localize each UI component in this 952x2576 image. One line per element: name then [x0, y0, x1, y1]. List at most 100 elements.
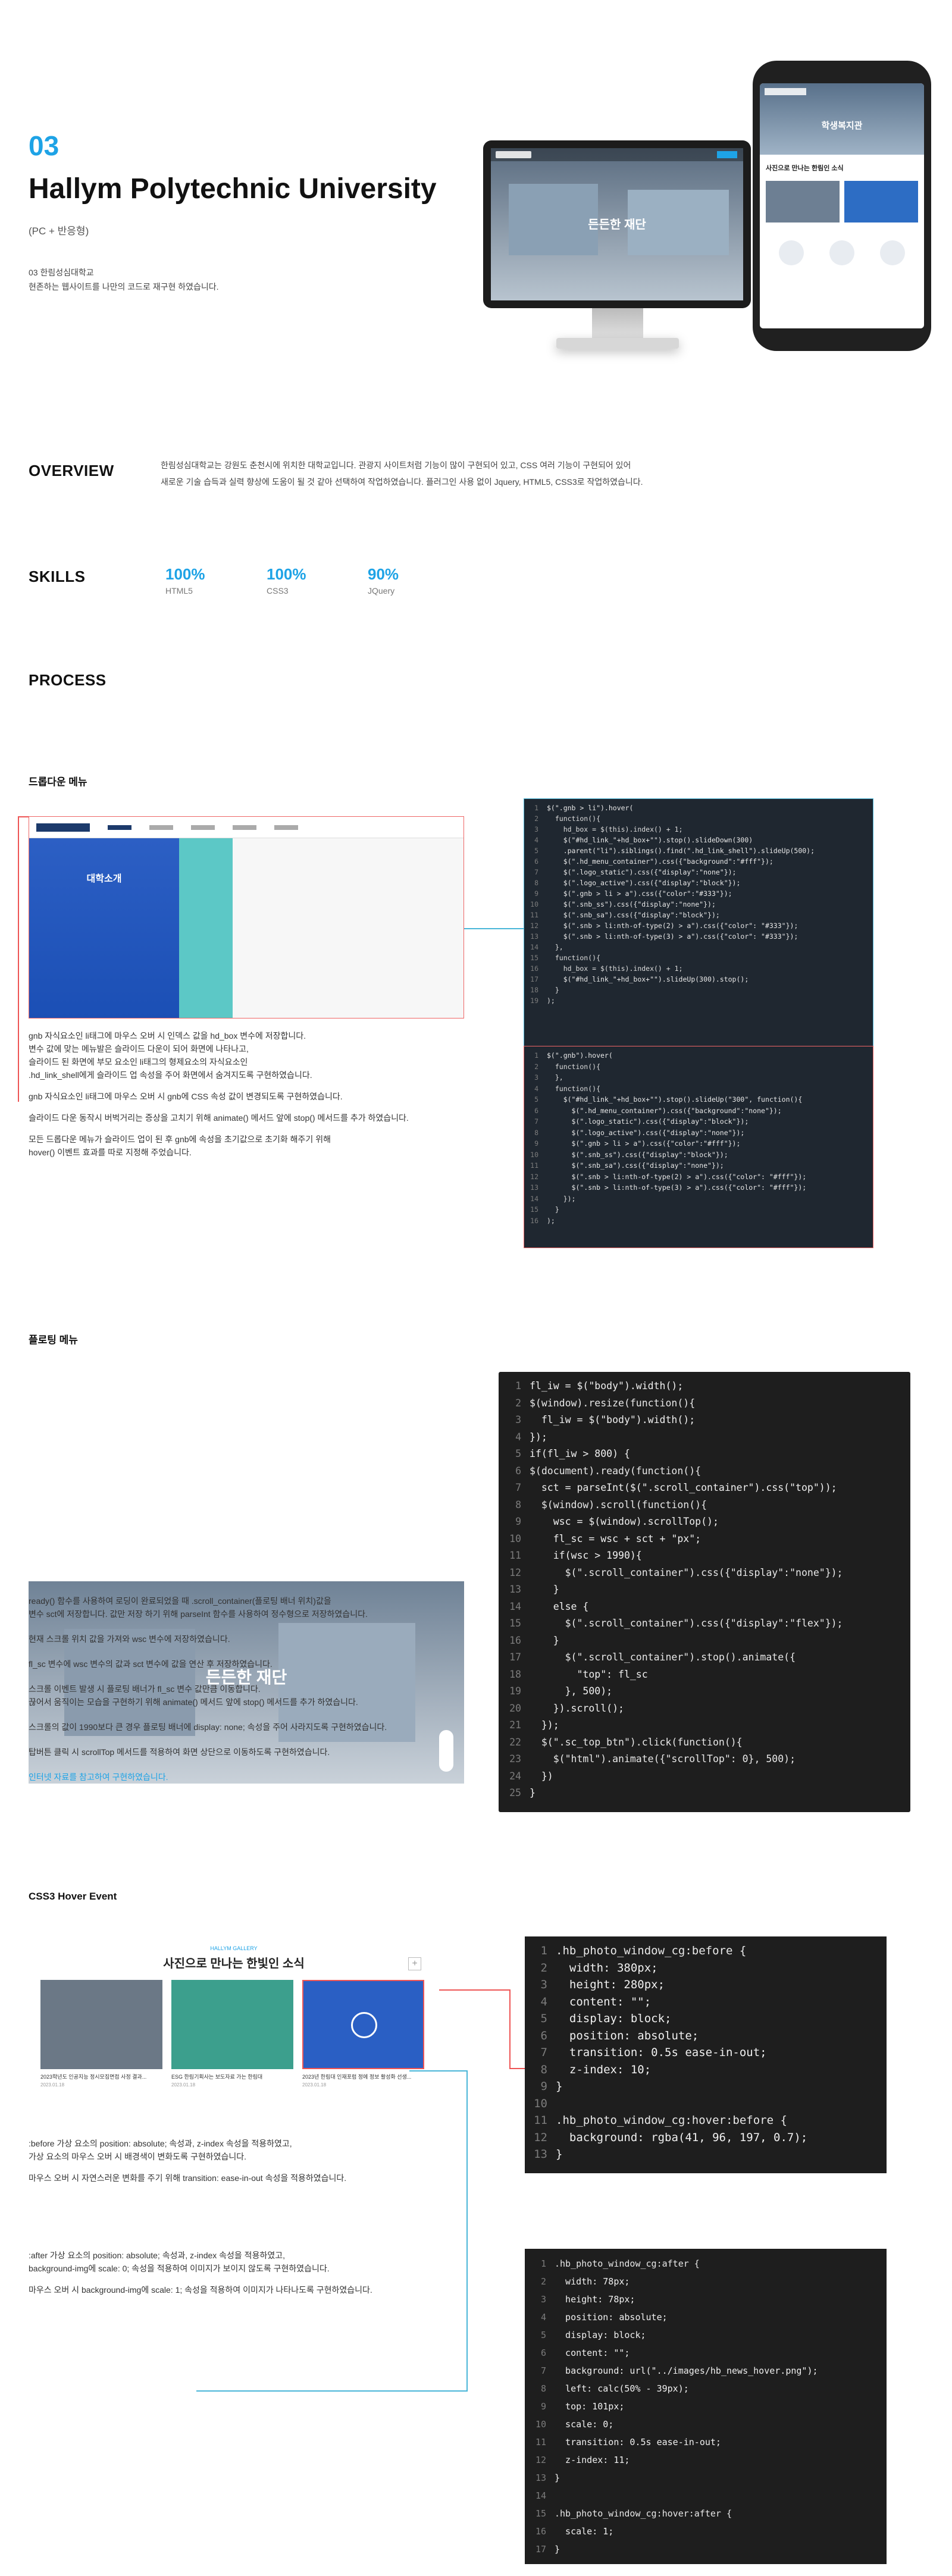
line-number: 2 — [540, 2276, 546, 2287]
code-text-line: $(window).resize(function(){ — [530, 1397, 696, 1409]
code-text-line: } — [555, 2544, 560, 2555]
line-number: 1 — [515, 1380, 521, 1392]
code-line: 14 }); — [529, 1193, 868, 1205]
floating-banner[interactable] — [439, 1730, 453, 1772]
floating-code-block: 1 fl_iw = $("body").width(); 2 $(window).re… — [499, 1372, 910, 1812]
gallery-card-image[interactable] — [40, 1980, 162, 2069]
code-line: 13 $(".snb > li:nth-of-type(3) > a").css… — [529, 1182, 868, 1193]
code-line: 4 content: ""; — [533, 1994, 878, 2011]
code-text-line: $(".snb > li:nth-of-type(3) > a").css({"… — [547, 932, 798, 941]
code-text-line: ); — [547, 1216, 555, 1225]
note-line: 슬라이드 다운 동작시 버벅거리는 증상을 고치기 위해 animate() 메… — [29, 1113, 409, 1123]
line-number: 16 — [530, 964, 538, 973]
code-line: 13 } — [507, 1581, 902, 1599]
line-number: 3 — [534, 1073, 538, 1082]
line-number: 8 — [534, 879, 538, 887]
dropdown-side-panel: 대학소개 — [29, 838, 179, 1018]
connector-line — [439, 1989, 511, 1991]
code-text: 1 .hb_photo_window_cg:after {2 width: 78p… — [525, 2249, 887, 2564]
line-number: 7 — [515, 1482, 521, 1493]
code-line: 3 }, — [529, 1072, 868, 1083]
code-text-line: transition: 0.5s ease-in-out; — [556, 2046, 767, 2059]
line-number: 15 — [530, 1205, 538, 1214]
code-line: 11 if(wsc > 1990){ — [507, 1547, 902, 1565]
line-number: 2 — [515, 1397, 521, 1409]
code-line: 2 function(){ — [529, 813, 868, 824]
code-line: 22 $(".sc_top_btn").click(function(){ — [507, 1734, 902, 1751]
code-text: 1 fl_iw = $("body").width(); 2 $(window).re… — [499, 1372, 910, 1808]
gallery-card-image-hover[interactable] — [302, 1980, 424, 2069]
floating-heading: 플로팅 메뉴 — [29, 1334, 78, 1346]
skill-jquery: 90% JQuery — [368, 565, 399, 596]
line-number: 6 — [534, 1106, 538, 1115]
code-text-line: "top": fl_sc — [530, 1668, 648, 1680]
project-number: 03 — [29, 130, 60, 161]
code-line: 9} — [533, 2078, 878, 2095]
connector-line — [466, 2070, 468, 2392]
code-line: 11 .hb_photo_window_cg:hover:before { — [533, 2112, 878, 2129]
code-line: 4 $("#hd_link_"+hd_box+"").stop().slideD… — [529, 835, 868, 845]
line-number: 17 — [535, 2544, 546, 2555]
note-line: 모든 드롭다운 메뉴가 슬라이드 업이 된 후 gnb에 속성을 초기값으로 초… — [29, 1135, 331, 1144]
phone-banner: 학생복지관 — [760, 83, 924, 155]
code-line: 14 else { — [507, 1599, 902, 1616]
hover-before-notes: :before 가상 요소의 position: absolute; 속성과, … — [29, 2137, 346, 2185]
code-text-line: $(".scroll_container").css({"display":"n… — [530, 1566, 843, 1578]
line-number: 16 — [509, 1634, 521, 1646]
code-line: 8 $(".logo_active").css({"display":"none… — [529, 1127, 868, 1139]
code-line: 21 }); — [507, 1717, 902, 1734]
line-number: 24 — [509, 1770, 521, 1782]
code-text-line: content: ""; — [556, 1995, 652, 2008]
line-number: 6 — [534, 857, 538, 866]
note-line: 탑버튼 클릭 시 scrollTop 메서드를 적용하여 화면 상단으로 이동하… — [29, 1747, 330, 1757]
code-text-line: $(".logo_active").css({"display":"none"}… — [547, 1128, 745, 1137]
code-text-line: $(".snb_ss").css({"display":"none"}); — [547, 900, 716, 908]
code-line: 4 function(){ — [529, 1083, 868, 1095]
code-line: 14 }, — [529, 942, 868, 952]
code-line: 8 z-index: 10; — [533, 2061, 878, 2079]
line-number: 13 — [530, 1183, 538, 1192]
gnb-item — [149, 825, 173, 830]
note-line: background-img에 scale: 0; 속성을 적용하여 이미지가 … — [29, 2264, 330, 2273]
line-number: 5 — [540, 2330, 546, 2340]
code-text-line: fl_sc = wsc + sct + "px"; — [530, 1533, 702, 1544]
code-line: 2 width: 78px; — [533, 2273, 878, 2290]
line-number: 10 — [535, 2419, 546, 2430]
line-number: 16 — [535, 2526, 546, 2537]
line-number: 25 — [509, 1787, 521, 1798]
line-number: 2 — [534, 814, 538, 823]
line-number: 9 — [540, 2080, 547, 2093]
code-text-line: $(".sc_top_btn").click(function(){ — [530, 1736, 743, 1748]
phone-quick-icon — [880, 240, 906, 265]
code-line: 12 $(".scroll_container").css({"display"… — [507, 1565, 902, 1582]
skill-label: JQuery — [368, 586, 395, 596]
skill-value: 100% — [267, 565, 306, 583]
code-line: 7 sct = parseInt($(".scroll_container").… — [507, 1480, 902, 1497]
line-number: 4 — [534, 1084, 538, 1093]
code-line: 10 $(".snb_ss").css({"display":"none"}); — [529, 899, 868, 910]
code-line: 8 $(window).scroll(function(){ — [507, 1497, 902, 1514]
hover-after-notes: :after 가상 요소의 position: absolute; 속성과, z… — [29, 2249, 372, 2296]
reference-link[interactable]: 인터넷 자료를 참고하여 구현하였습니다. — [29, 1770, 387, 1784]
gallery-card-date: 2023.01.18 — [171, 2082, 196, 2088]
gallery-card-image[interactable] — [171, 1980, 293, 2069]
line-number: 8 — [540, 2383, 546, 2394]
line-number: 12 — [530, 1172, 538, 1181]
code-line: 3 height: 78px; — [533, 2290, 878, 2308]
more-button[interactable]: + — [408, 1957, 421, 1970]
code-text-line: wsc = $(window).scrollTop(); — [530, 1516, 719, 1527]
phone-screen: 학생복지관 사진으로 만나는 한림인 소식 — [760, 83, 924, 328]
code-text-line: }) — [530, 1770, 553, 1782]
line-number: 10 — [509, 1533, 521, 1544]
code-line: 16 scale: 1; — [533, 2522, 878, 2540]
code-line: 19 }, 500); — [507, 1683, 902, 1700]
line-number: 10 — [530, 900, 538, 908]
phone-mockup: 학생복지관 사진으로 만나는 한림인 소식 — [753, 61, 931, 351]
code-text-line: } — [530, 1634, 559, 1646]
code-line: 7 transition: 0.5s ease-in-out; — [533, 2044, 878, 2061]
skill-html: 100% HTML5 — [165, 565, 205, 596]
code-line: 9 top: 101px; — [533, 2398, 878, 2415]
code-text: 1 .hb_photo_window_cg:before {2 width: 38… — [525, 1936, 887, 2169]
code-text-line: if(fl_iw > 800) { — [530, 1448, 630, 1459]
code-text-line: $(".snb_ss").css({"display":"block"}); — [547, 1150, 728, 1159]
